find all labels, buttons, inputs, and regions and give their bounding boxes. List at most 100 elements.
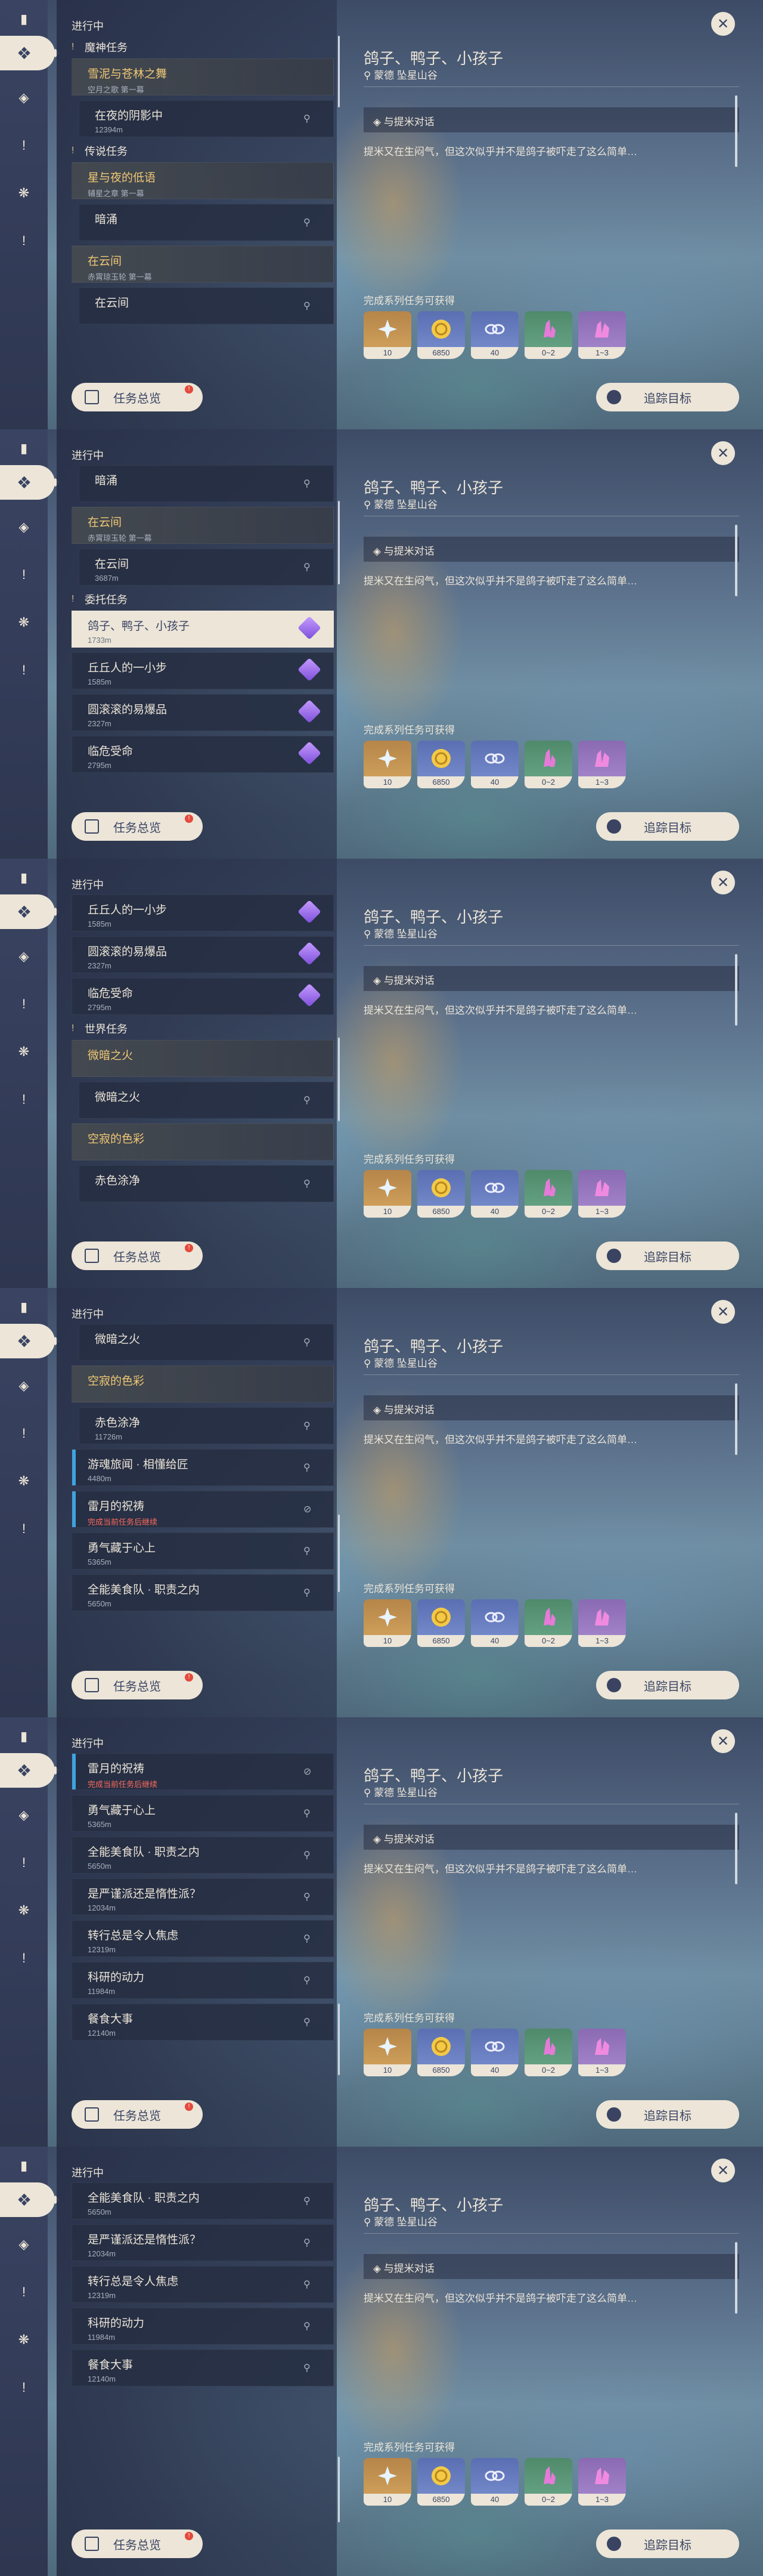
quest-list-item[interactable]: 餐食大事 12140m ⚲	[72, 2004, 334, 2041]
reward-adventure-exp[interactable]: 10	[364, 2458, 411, 2506]
reward-ore[interactable]: 0~2	[525, 741, 572, 788]
quest-list-item[interactable]: 暗涌 ⚲	[79, 204, 334, 241]
quest-list-item[interactable]: 转行总是令人焦虑 12319m ⚲	[72, 2266, 334, 2303]
reward-mora[interactable]: 6850	[417, 1170, 465, 1218]
quest-list[interactable]: 雷月的祝祷 完成当前任务后继续 ⊘ 勇气藏于心上 5365m ⚲ 全能美食队 · 职责之内 5…	[72, 1753, 334, 2111]
reward-adventure-exp[interactable]: 10	[364, 1599, 411, 1647]
all-quests-icon[interactable]: ❖	[0, 894, 55, 929]
quest-list-item[interactable]: 雪泥与苍林之舞 空月之歌 第一幕	[72, 58, 334, 95]
all-quests-icon[interactable]: ❖	[0, 465, 55, 500]
reward-ore[interactable]: 0~2	[525, 1599, 572, 1647]
quest-list-item[interactable]: 圆滚滚的易爆品 2327m	[72, 694, 334, 731]
quest-overview-button[interactable]: 任务总览 !	[72, 383, 203, 411]
commission-icon[interactable]: ❋	[15, 1044, 32, 1060]
commission-icon[interactable]: ❋	[15, 1473, 32, 1490]
reward-ore[interactable]: 0~2	[525, 2029, 572, 2076]
location-pin-icon[interactable]: ⚲	[303, 216, 312, 228]
story-quest-icon[interactable]: !	[15, 566, 32, 583]
reward-mora[interactable]: 6850	[417, 2029, 465, 2076]
quest-book-icon[interactable]: ▮	[15, 869, 32, 886]
quest-list-item[interactable]: 科研的动力 11984m ⚲	[72, 2308, 334, 2345]
commission-icon[interactable]: ❋	[15, 614, 32, 631]
location-pin-icon[interactable]: ⚲	[303, 2237, 312, 2248]
blocked-icon[interactable]: ⊘	[303, 1503, 312, 1515]
reward-ore[interactable]: 0~2	[525, 311, 572, 359]
story-quest-icon[interactable]: !	[15, 996, 32, 1013]
close-icon[interactable]: ✕	[711, 2159, 735, 2182]
location-pin-icon[interactable]: ⚲	[303, 2320, 312, 2332]
track-target-button[interactable]: 追踪目标	[596, 2100, 739, 2129]
reward-crystal[interactable]: 1~3	[578, 2029, 626, 2076]
quest-list-item[interactable]: 在云间 ⚲	[79, 287, 334, 324]
detail-scrollbar[interactable]	[735, 954, 737, 1026]
quest-list-item[interactable]: 全能美食队 · 职责之内 5650m ⚲	[72, 1574, 334, 1611]
reward-ore[interactable]: 0~2	[525, 2458, 572, 2506]
location-pin-icon[interactable]: ⚲	[303, 1094, 312, 1106]
close-icon[interactable]: ✕	[711, 1300, 735, 1324]
location-pin-icon[interactable]: ⚲	[303, 300, 312, 311]
location-pin-icon[interactable]: ⚲	[303, 2016, 312, 2027]
list-scrollbar[interactable]	[338, 2457, 340, 2522]
location-pin-icon[interactable]: ⚲	[303, 1336, 312, 1348]
reward-friendship-exp[interactable]: 40	[471, 2458, 519, 2506]
location-pin-icon[interactable]: ⚲	[303, 1891, 312, 1902]
reward-adventure-exp[interactable]: 10	[364, 1170, 411, 1218]
quest-list-item[interactable]: 是严谨派还是惰性派？ 12034m ⚲	[72, 1878, 334, 1915]
location-pin-icon[interactable]: ⚲	[303, 1587, 312, 1598]
quest-list-item[interactable]: 雷月的祝祷 完成当前任务后继续 ⊘	[72, 1753, 334, 1790]
quest-list[interactable]: 全能美食队 · 职责之内 5650m ⚲ 是严谨派还是惰性派？ 12034m ⚲ 转行总是令…	[72, 2182, 334, 2540]
detail-scrollbar[interactable]	[735, 2242, 737, 2314]
quest-book-icon[interactable]: ▮	[15, 11, 32, 27]
quest-list-item[interactable]: 丘丘人的一小步 1585m	[72, 894, 334, 931]
track-target-button[interactable]: 追踪目标	[596, 1671, 739, 1699]
quest-list-item[interactable]: 空寂的色彩	[72, 1123, 334, 1160]
reward-mora[interactable]: 6850	[417, 311, 465, 359]
archon-quest-icon[interactable]: ◈	[15, 1377, 32, 1394]
quest-list-item[interactable]: 全能美食队 · 职责之内 5650m ⚲	[72, 2182, 334, 2219]
world-quest-icon[interactable]: !	[15, 1091, 32, 1108]
quest-overview-button[interactable]: 任务总览 !	[72, 2529, 203, 2558]
world-quest-icon[interactable]: !	[15, 1950, 32, 1967]
world-quest-icon[interactable]: !	[15, 1521, 32, 1537]
quest-list-item[interactable]: 微暗之火 ⚲	[79, 1324, 334, 1361]
quest-overview-button[interactable]: 任务总览 !	[72, 812, 203, 841]
quest-list-item[interactable]: 转行总是令人焦虑 12319m ⚲	[72, 1920, 334, 1957]
close-icon[interactable]: ✕	[711, 441, 735, 465]
quest-list-item[interactable]: 微暗之火	[72, 1040, 334, 1077]
quest-list-item[interactable]: 游魂旅闻 · 相懂给匠 4480m ⚲	[72, 1449, 334, 1486]
blocked-icon[interactable]: ⊘	[303, 1766, 312, 1777]
quest-list[interactable]: ! 魔神任务 雪泥与苍林之舞 空月之歌 第一幕 在夜的阴影中 12394m ⚲! 传说任务 星与…	[72, 36, 334, 394]
quest-list-item[interactable]: 暗涌 ⚲	[79, 465, 334, 502]
detail-scrollbar[interactable]	[735, 1813, 737, 1884]
quest-list-item[interactable]: 是严谨派还是惰性派？ 12034m ⚲	[72, 2224, 334, 2261]
quest-book-icon[interactable]: ▮	[15, 2157, 32, 2174]
quest-list[interactable]: 丘丘人的一小步 1585m 圆滚滚的易爆品 2327m 临危受命 2795m! 世界任务 微暗…	[72, 894, 334, 1252]
quest-list-item[interactable]: 圆滚滚的易爆品 2327m	[72, 936, 334, 973]
location-pin-icon[interactable]: ⚲	[303, 1933, 312, 1944]
location-pin-icon[interactable]: ⚲	[303, 1462, 312, 1473]
archon-quest-icon[interactable]: ◈	[15, 519, 32, 535]
all-quests-icon[interactable]: ❖	[0, 1753, 55, 1788]
all-quests-icon[interactable]: ❖	[0, 2182, 55, 2217]
close-icon[interactable]: ✕	[711, 12, 735, 36]
location-pin-icon[interactable]: ⚲	[303, 1974, 312, 1986]
reward-crystal[interactable]: 1~3	[578, 1170, 626, 1218]
quest-list-item[interactable]: 赤色涂净 11726m ⚲	[79, 1407, 334, 1444]
list-scrollbar[interactable]	[338, 36, 340, 107]
archon-quest-icon[interactable]: ◈	[15, 89, 32, 106]
detail-scrollbar[interactable]	[735, 525, 737, 596]
reward-friendship-exp[interactable]: 40	[471, 311, 519, 359]
location-pin-icon[interactable]: ⚲	[303, 2195, 312, 2206]
reward-crystal[interactable]: 1~3	[578, 311, 626, 359]
track-target-button[interactable]: 追踪目标	[596, 2529, 739, 2558]
reward-friendship-exp[interactable]: 40	[471, 741, 519, 788]
quest-list-item[interactable]: 雷月的祝祷 完成当前任务后继续 ⊘	[72, 1491, 334, 1528]
reward-friendship-exp[interactable]: 40	[471, 1599, 519, 1647]
list-scrollbar[interactable]	[338, 2004, 340, 2075]
reward-crystal[interactable]: 1~3	[578, 2458, 626, 2506]
world-quest-icon[interactable]: !	[15, 662, 32, 679]
reward-mora[interactable]: 6850	[417, 2458, 465, 2506]
location-pin-icon[interactable]: ⚲	[303, 2278, 312, 2290]
world-quest-icon[interactable]: !	[15, 2379, 32, 2396]
story-quest-icon[interactable]: !	[15, 2284, 32, 2301]
